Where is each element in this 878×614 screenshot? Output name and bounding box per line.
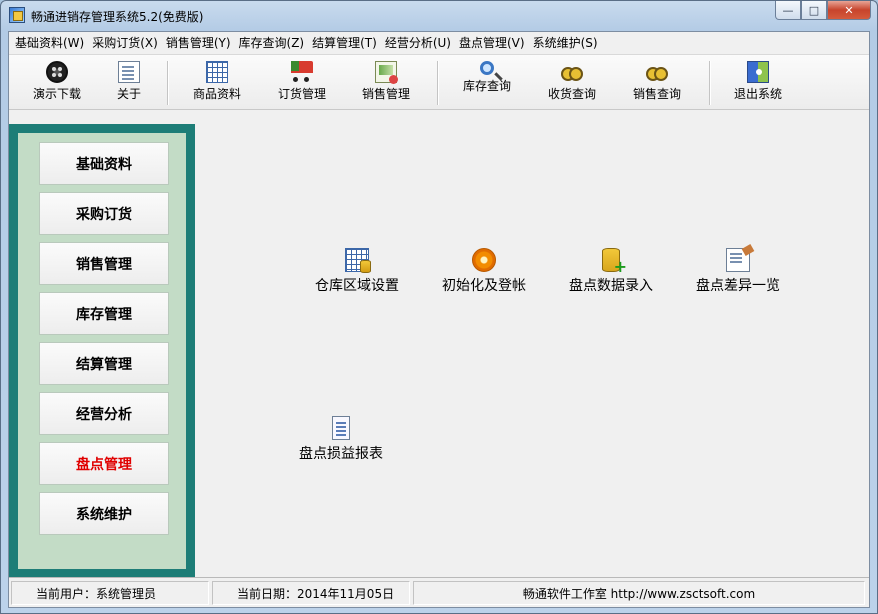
window-title: 畅通进销存管理系统5.2(免费版) xyxy=(31,10,204,24)
status-current-user: 当前用户：系统管理员 xyxy=(11,581,209,605)
main-area: 基础资料 采购订货 销售管理 库存管理 结算管理 经营分析 盘点管理 系统维护 … xyxy=(9,112,869,578)
report-doc-icon xyxy=(332,416,350,440)
truck-icon xyxy=(291,61,313,83)
toolbar-separator xyxy=(437,61,439,105)
toolbar-sales-query[interactable]: 销售查询 xyxy=(621,61,693,105)
content-item-label: 盘点损益报表 xyxy=(299,446,383,462)
menu-system[interactable]: 系统维护(S) xyxy=(529,33,602,53)
magnifier-icon xyxy=(480,61,494,75)
content-item-label: 仓库区域设置 xyxy=(315,278,399,294)
menu-stocktake[interactable]: 盘点管理(V) xyxy=(455,33,529,53)
toolbar-label: 收货查询 xyxy=(547,87,596,101)
warehouse-grid-icon xyxy=(345,248,371,273)
toolbar-label: 订货管理 xyxy=(277,87,326,101)
window-controls: — □ ✕ xyxy=(775,1,871,21)
content-item-label: 盘点数据录入 xyxy=(569,278,653,294)
toolbar-label: 退出系统 xyxy=(733,87,782,101)
app-window: 畅通进销存管理系统5.2(免费版) — □ ✕ 基础资料(W) 采购订货(X) … xyxy=(0,0,878,614)
init-and-posting[interactable]: 初始化及登帐 xyxy=(424,248,544,295)
toolbar-label: 库存查询 xyxy=(462,79,511,93)
binoculars-icon xyxy=(646,61,668,83)
difference-doc-icon xyxy=(726,248,750,272)
toolbar-inventory-query[interactable]: 库存查询 xyxy=(451,61,523,105)
exit-door-icon xyxy=(747,61,769,83)
menu-purchase[interactable]: 采购订货(X) xyxy=(88,33,162,53)
toolbar-receipt-query[interactable]: 收货查询 xyxy=(536,61,608,105)
stocktake-difference-list[interactable]: 盘点差异一览 xyxy=(678,248,798,295)
toolbar-label: 关于 xyxy=(116,87,141,101)
sidebar-item-stocktake[interactable]: 盘点管理 xyxy=(39,442,169,485)
stocktake-data-entry[interactable]: 盘点数据录入 xyxy=(551,248,671,295)
title-bar[interactable]: 畅通进销存管理系统5.2(免费版) — □ ✕ xyxy=(1,1,877,31)
toolbar-about[interactable]: 关于 xyxy=(93,61,165,105)
film-reel-icon xyxy=(46,61,68,83)
toolbar-label: 销售查询 xyxy=(632,87,681,101)
toolbar-separator xyxy=(709,61,711,105)
toolbar-exit[interactable]: 退出系统 xyxy=(722,61,794,105)
menu-basic-data[interactable]: 基础资料(W) xyxy=(11,33,88,53)
sidebar-item-inventory[interactable]: 库存管理 xyxy=(39,292,169,335)
sidebar: 基础资料 采购订货 销售管理 库存管理 结算管理 经营分析 盘点管理 系统维护 xyxy=(9,124,195,578)
minimize-button[interactable]: — xyxy=(775,1,801,20)
content-item-label: 初始化及登帐 xyxy=(442,278,526,294)
content-item-label: 盘点差异一览 xyxy=(696,278,780,294)
toolbar-label: 演示下载 xyxy=(32,87,81,101)
status-company: 畅通软件工作室 http://www.zsctsoft.com xyxy=(413,581,865,605)
status-bar: 当前用户：系统管理员 当前日期：2014年11月05日 畅通软件工作室 http… xyxy=(9,577,869,607)
close-button[interactable]: ✕ xyxy=(827,1,871,20)
database-add-icon xyxy=(602,248,627,275)
app-icon[interactable] xyxy=(9,7,25,23)
init-coin-icon xyxy=(472,248,496,272)
toolbar-sales-management[interactable]: 销售管理 xyxy=(350,61,422,105)
maximize-button[interactable]: □ xyxy=(801,1,827,20)
sidebar-item-settlement[interactable]: 结算管理 xyxy=(39,342,169,385)
toolbar-product-data[interactable]: 商品资料 xyxy=(181,61,253,105)
toolbar-order-management[interactable]: 订货管理 xyxy=(266,61,338,105)
menu-bar: 基础资料(W) 采购订货(X) 销售管理(Y) 库存查询(Z) 结算管理(T) … xyxy=(9,32,869,54)
toolbar-label: 销售管理 xyxy=(361,87,410,101)
menu-inventory-query[interactable]: 库存查询(Z) xyxy=(235,33,309,53)
sidebar-item-sales[interactable]: 销售管理 xyxy=(39,242,169,285)
product-grid-icon xyxy=(206,61,228,83)
stocktake-profit-loss-report[interactable]: 盘点损益报表 xyxy=(281,416,401,463)
sidebar-item-basic-data[interactable]: 基础资料 xyxy=(39,142,169,185)
toolbar-label: 商品资料 xyxy=(192,87,241,101)
sidebar-item-system[interactable]: 系统维护 xyxy=(39,492,169,535)
client-area: 基础资料(W) 采购订货(X) 销售管理(Y) 库存查询(Z) 结算管理(T) … xyxy=(8,31,870,608)
sidebar-item-analysis[interactable]: 经营分析 xyxy=(39,392,169,435)
warehouse-area-setup[interactable]: 仓库区域设置 xyxy=(297,248,417,295)
sales-icon xyxy=(375,61,398,84)
toolbar-separator xyxy=(167,61,169,105)
about-icon xyxy=(118,61,140,83)
menu-analysis[interactable]: 经营分析(U) xyxy=(381,33,455,53)
sidebar-item-purchase[interactable]: 采购订货 xyxy=(39,192,169,235)
menu-settlement[interactable]: 结算管理(T) xyxy=(308,33,381,53)
sidebar-panel: 基础资料 采购订货 销售管理 库存管理 结算管理 经营分析 盘点管理 系统维护 xyxy=(18,133,186,569)
binoculars-icon xyxy=(561,61,583,83)
menu-sales[interactable]: 销售管理(Y) xyxy=(162,33,235,53)
toolbar: 演示下载 关于 商品资料 订货管理 销售管理 库存查询 收货查询 销售查询 退出… xyxy=(9,54,869,110)
toolbar-demo-download[interactable]: 演示下载 xyxy=(21,61,93,105)
status-current-date: 当前日期：2014年11月05日 xyxy=(212,581,410,605)
